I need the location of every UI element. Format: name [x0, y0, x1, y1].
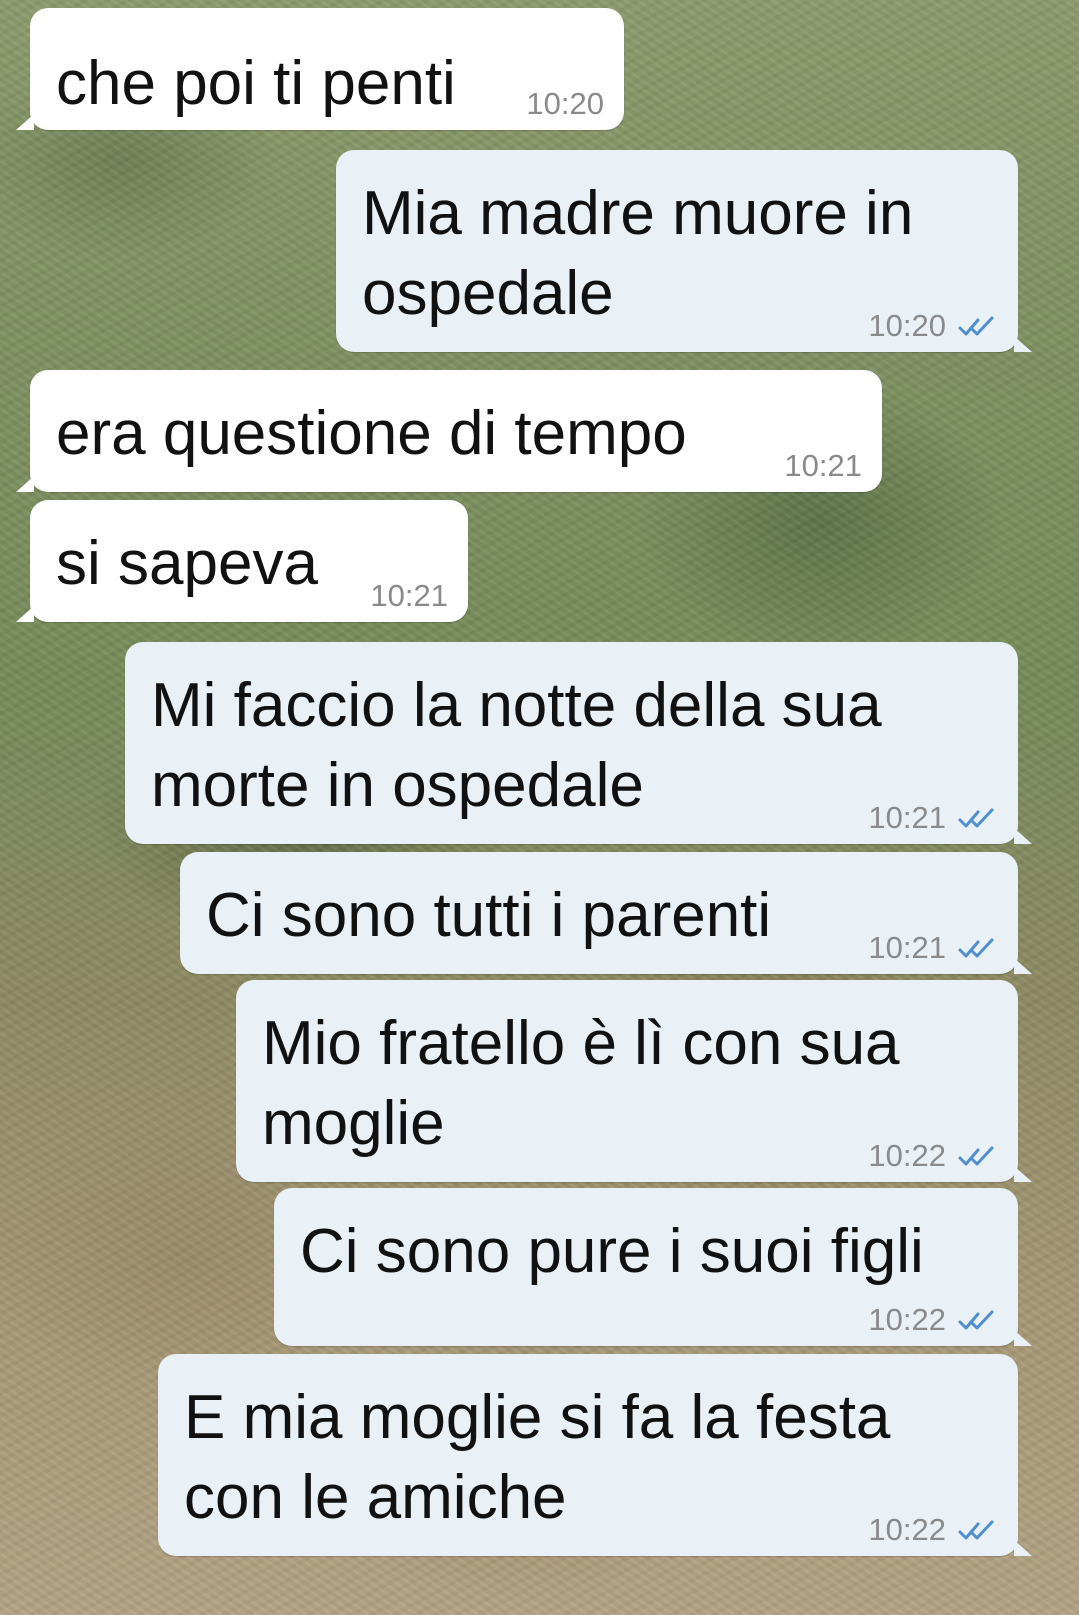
double-check-icon — [958, 808, 994, 828]
double-check-icon — [958, 1520, 994, 1540]
message-outgoing-3[interactable]: Ci sono tutti i parenti 10:21 — [180, 852, 1032, 974]
message-outgoing-1[interactable]: Mia madre muore in ospedale 10:20 — [336, 150, 1032, 352]
message-outgoing-6[interactable]: E mia moglie si fa la festa con le amich… — [158, 1354, 1032, 1556]
message-meta: 10:22 — [868, 1139, 998, 1173]
message-text: si sapeva — [56, 529, 318, 598]
message-incoming-3[interactable]: si sapeva 10:21 — [16, 500, 468, 622]
message-meta: 10:21 — [868, 931, 998, 965]
message-outgoing-2[interactable]: Mi faccio la notte della sua morte in os… — [125, 642, 1032, 844]
message-outgoing-5[interactable]: Ci sono pure i suoi figli 10:22 — [274, 1188, 1032, 1346]
message-time: 10:22 — [868, 1302, 946, 1337]
double-check-icon — [958, 938, 994, 958]
message-time: 10:21 — [370, 578, 448, 613]
message-text: Mi faccio la notte della sua morte in os… — [151, 671, 899, 820]
message-text: Ci sono pure i suoi figli — [300, 1217, 924, 1286]
double-check-icon — [958, 316, 994, 336]
message-text: era questione di tempo — [56, 399, 687, 468]
message-incoming-2[interactable]: era questione di tempo 10:21 — [16, 370, 882, 492]
message-time: 10:21 — [868, 930, 946, 965]
message-meta: 10:21 — [784, 449, 862, 483]
message-time: 10:22 — [868, 1138, 946, 1173]
message-text: che poi ti penti — [56, 49, 456, 118]
message-outgoing-4[interactable]: Mio fratello è lì con sua moglie 10:22 — [236, 980, 1032, 1182]
message-text: E mia moglie si fa la festa con le amich… — [184, 1383, 908, 1532]
message-meta: 10:20 — [526, 87, 604, 121]
message-meta: 10:21 — [370, 579, 448, 613]
message-time: 10:20 — [526, 86, 604, 121]
message-meta: 10:22 — [868, 1513, 998, 1547]
message-text: Ci sono tutti i parenti — [206, 881, 772, 950]
message-meta: 10:22 — [868, 1303, 998, 1337]
message-meta: 10:21 — [868, 801, 998, 835]
message-time: 10:20 — [868, 308, 946, 343]
chat-message-list[interactable]: che poi ti penti 10:20 Mia madre muore i… — [0, 0, 1079, 1615]
double-check-icon — [958, 1146, 994, 1166]
message-time: 10:21 — [784, 448, 862, 483]
message-time: 10:22 — [868, 1512, 946, 1547]
message-meta: 10:20 — [868, 309, 998, 343]
double-check-icon — [958, 1310, 994, 1330]
message-time: 10:21 — [868, 800, 946, 835]
message-incoming-1[interactable]: che poi ti penti 10:20 — [16, 8, 624, 130]
